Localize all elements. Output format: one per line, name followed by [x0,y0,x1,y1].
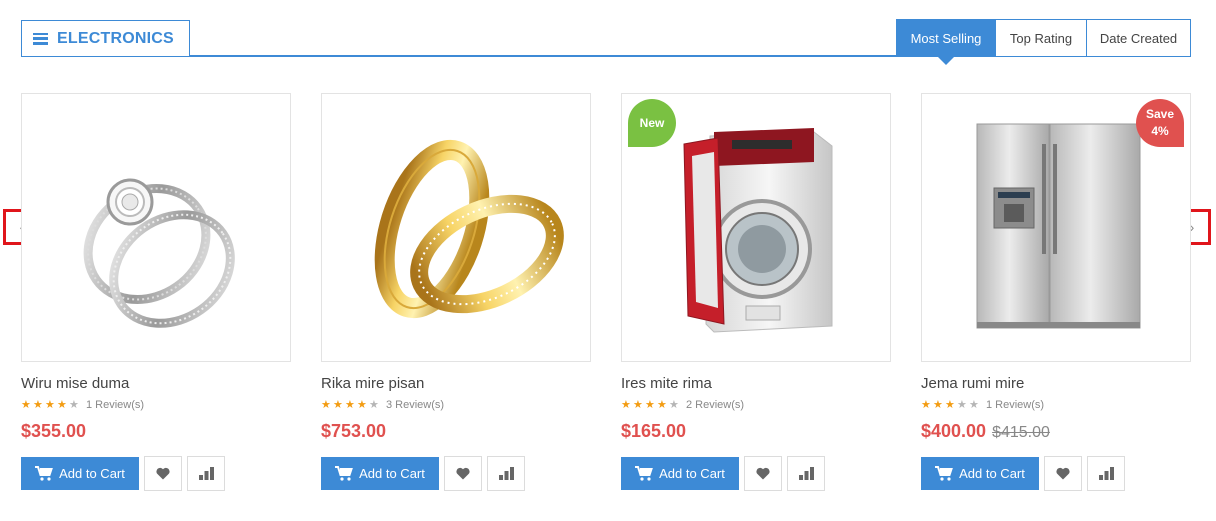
product-name[interactable]: Jema rumi mire [921,375,1192,395]
cart-icon [335,466,353,481]
product-card: Save 4% Jema rumi mire ★ ★ ★ ★ ★ 1 Review(s)… [921,93,1192,491]
compare-button[interactable] [787,456,825,491]
heart-icon [456,467,470,480]
save-badge: Save 4% [1136,99,1184,147]
gold-wedding-bands-image [374,139,564,319]
rating: ★ ★ ★ ★ ★ 2 Review(s) [621,398,892,412]
tab-top-rating[interactable]: Top Rating [995,20,1086,56]
star-rating-icon: ★ ★ ★ ★ ★ [621,398,679,411]
product-card: Wiru mise duma ★ ★ ★ ★ ★ 1 Review(s) $355.00… [21,93,292,491]
compare-button[interactable] [1087,456,1125,491]
add-to-cart-label: Add to Cart [959,466,1025,481]
price: $753.00 [321,421,387,441]
compare-button[interactable] [487,456,525,491]
heart-icon [1056,467,1070,480]
product-actions: Add to Cart [921,456,1192,491]
price: $165.00 [621,421,687,441]
star-rating-icon: ★ ★ ★ ★ ★ [321,398,379,411]
rating: ★ ★ ★ ★ ★ 1 Review(s) [921,398,1192,412]
product-actions: Add to Cart [21,456,292,491]
old-price: $415.00 [992,424,1050,441]
star-rating-icon: ★ ★ ★ ★ ★ [921,398,979,411]
hamburger-menu-icon[interactable] [33,32,48,45]
price: $355.00 [21,421,87,441]
add-to-cart-label: Add to Cart [59,466,125,481]
wishlist-button[interactable] [144,456,182,491]
product-card: New Ires mite rima ★ ★ ★ ★ ★ 2 Review(s) $16… [621,93,892,491]
review-count[interactable]: 1 Review(s) [86,399,144,411]
price-row: $165.00 [621,421,892,443]
review-count[interactable]: 3 Review(s) [386,399,444,411]
new-badge: New [628,99,676,147]
product-image[interactable] [21,93,291,362]
rating: ★ ★ ★ ★ ★ 3 Review(s) [321,398,592,412]
bar-chart-icon [198,467,214,480]
product-card: Rika mire pisan ★ ★ ★ ★ ★ 3 Review(s) $753.0… [321,93,592,491]
review-count[interactable]: 2 Review(s) [686,399,744,411]
wishlist-button[interactable] [1044,456,1082,491]
add-to-cart-button[interactable]: Add to Cart [921,457,1039,490]
cart-icon [635,466,653,481]
add-to-cart-label: Add to Cart [359,466,425,481]
heart-icon [156,467,170,480]
product-actions: Add to Cart [321,456,592,491]
product-name[interactable]: Rika mire pisan [321,375,592,395]
product-image[interactable]: Save 4% [921,93,1191,362]
cart-icon [35,466,53,481]
star-rating-icon: ★ ★ ★ ★ ★ [21,398,79,411]
price-row: $753.00 [321,421,592,443]
heart-icon [756,467,770,480]
category-title: ELECTRONICS [57,29,174,47]
diamond-ring-set-image [83,178,235,328]
bar-chart-icon [1098,467,1114,480]
add-to-cart-button[interactable]: Add to Cart [621,457,739,490]
product-name[interactable]: Wiru mise duma [21,375,292,395]
wishlist-button[interactable] [744,456,782,491]
sort-tabs: Most Selling Top Rating Date Created [896,19,1191,65]
cart-icon [935,466,953,481]
bar-chart-icon [798,467,814,480]
price: $400.00 [921,421,987,441]
rating: ★ ★ ★ ★ ★ 1 Review(s) [21,398,292,412]
add-to-cart-button[interactable]: Add to Cart [21,457,139,490]
wishlist-button[interactable] [444,456,482,491]
bar-chart-icon [498,467,514,480]
price-row: $355.00 [21,421,292,443]
category-header: ELECTRONICS [21,20,190,56]
price-row: $400.00 $415.00 [921,421,1192,443]
product-image[interactable] [321,93,591,362]
product-image[interactable]: New [621,93,891,362]
add-to-cart-label: Add to Cart [659,466,725,481]
review-count[interactable]: 1 Review(s) [986,399,1044,411]
product-actions: Add to Cart [621,456,892,491]
tab-most-selling[interactable]: Most Selling [897,20,995,65]
tab-date-created[interactable]: Date Created [1086,20,1190,56]
add-to-cart-button[interactable]: Add to Cart [321,457,439,490]
compare-button[interactable] [187,456,225,491]
product-name[interactable]: Ires mite rima [621,375,892,395]
